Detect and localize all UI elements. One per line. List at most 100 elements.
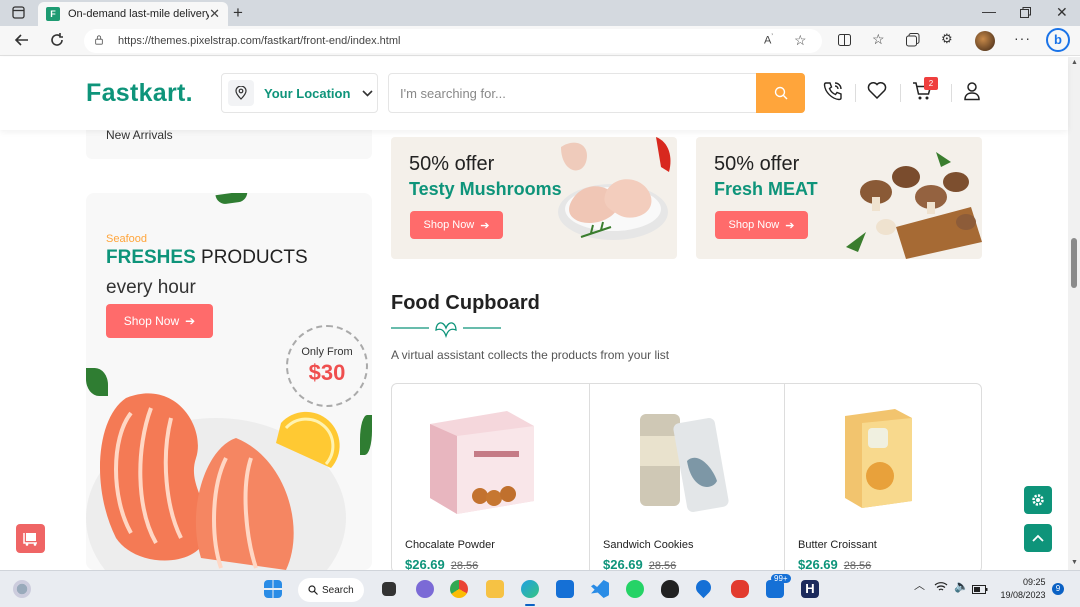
promo-shop-now-button[interactable]: Shop Now ➔	[106, 304, 213, 338]
wishlist-heart-icon[interactable]	[867, 81, 887, 104]
fastkart-logo[interactable]: Fastkart.	[86, 79, 193, 108]
phone-call-icon[interactable]	[823, 81, 843, 106]
file-explorer-icon[interactable]	[486, 580, 504, 598]
cart-box-icon	[23, 532, 37, 546]
logo-dot: .	[185, 79, 193, 107]
favorite-star-icon[interactable]: ☆	[794, 32, 807, 49]
restore-icon[interactable]	[1020, 6, 1031, 20]
offer-name: Testy Mushrooms	[409, 179, 562, 199]
promo-eyebrow: Seafood	[106, 233, 147, 245]
header-divider	[855, 84, 856, 102]
scrollbar-thumb[interactable]	[1071, 238, 1077, 288]
linux-penguin-icon[interactable]	[661, 580, 679, 598]
taskbar-search-label: Search	[322, 584, 354, 596]
anydesk-icon[interactable]	[731, 580, 749, 598]
notification-center-badge[interactable]: 9	[1052, 583, 1064, 595]
split-screen-icon[interactable]	[838, 34, 851, 48]
gear-icon	[1032, 494, 1044, 506]
bing-copilot-icon[interactable]: b	[1046, 28, 1070, 52]
product-card[interactable]: Butter Croissant $26.69 28.56	[785, 384, 980, 572]
offer-banner-meat[interactable]: 50% offer Fresh MEAT Shop Now ➔	[696, 137, 982, 259]
url-text: https://themes.pixelstrap.com/fastkart/f…	[118, 35, 401, 47]
offer-shop-now-button[interactable]: Shop Now ➔	[715, 211, 808, 239]
whatsapp-icon[interactable]	[626, 580, 644, 598]
cart-count-badge: 2	[924, 77, 938, 90]
scroll-up-arrow-icon[interactable]: ▲	[1071, 59, 1078, 66]
promo-headline-bold: FRESHES	[106, 247, 196, 268]
settings-fab[interactable]	[1024, 486, 1052, 514]
task-view-icon[interactable]	[382, 582, 396, 596]
system-clock[interactable]: 09:25 19/08/2023	[996, 576, 1046, 602]
battery-icon[interactable]	[972, 582, 988, 596]
h-app-icon[interactable]: H	[801, 580, 819, 598]
search-icon	[308, 585, 318, 595]
butter-croissant-box-image	[845, 409, 912, 508]
back-to-top-button[interactable]	[1024, 524, 1052, 552]
button-label: Shop Now	[123, 314, 180, 328]
chrome-icon[interactable]	[450, 580, 468, 598]
lock-icon	[95, 35, 103, 45]
app-badge-count: 99+	[771, 574, 791, 583]
more-options-icon[interactable]: ···	[1014, 31, 1031, 45]
section-title: Food Cupboard	[391, 292, 540, 314]
page-scrollbar[interactable]: ▲ ▼	[1068, 57, 1080, 570]
store-icon[interactable]	[556, 580, 574, 598]
wifi-icon[interactable]	[934, 581, 948, 594]
arrow-right-icon: ➔	[185, 314, 196, 328]
seafood-promo-banner: Seafood FRESHES PRODUCTS every hour Shop…	[86, 193, 372, 570]
fastkart-favicon-icon: F	[46, 7, 60, 21]
vscode-icon[interactable]	[591, 580, 609, 598]
weather-widget-icon[interactable]	[13, 580, 31, 598]
offer-percent: 50% offer	[409, 153, 495, 175]
profile-avatar[interactable]	[975, 31, 995, 51]
browser-address-bar: https://themes.pixelstrap.com/fastkart/f…	[0, 26, 1080, 56]
extensions-icon[interactable]: ⚙	[941, 32, 953, 45]
close-tab-icon[interactable]: ✕	[209, 6, 220, 22]
search-input[interactable]	[389, 74, 757, 112]
product-name[interactable]: Butter Croissant	[798, 539, 877, 551]
close-window-icon[interactable]: ✕	[1056, 5, 1068, 19]
offer-percent: 50% offer	[714, 153, 800, 175]
menu-item-new-arrivals[interactable]: New Arrivals	[106, 128, 173, 142]
edge-icon[interactable]	[521, 580, 539, 598]
user-account-icon[interactable]	[963, 81, 981, 106]
header-divider	[951, 84, 952, 102]
read-aloud-icon[interactable]: Aʼ	[764, 34, 773, 47]
logo-text: Fastkart	[86, 79, 186, 107]
product-name[interactable]: Sandwich Cookies	[603, 539, 694, 551]
url-field[interactable]: https://themes.pixelstrap.com/fastkart/f…	[84, 29, 822, 53]
offer-banner-mushrooms[interactable]: 50% offer Testy Mushrooms Shop Now ➔	[391, 137, 677, 259]
browser-tab-active[interactable]: F On-demand last-mile delivery ✕	[38, 2, 228, 26]
product-card[interactable]: Chocalate Powder $26.69 28.56	[392, 384, 590, 572]
favorites-icon[interactable]: ☆	[872, 32, 885, 46]
maps-pin-icon[interactable]	[692, 576, 715, 599]
leaf-decoration	[215, 193, 249, 206]
floating-cart-button[interactable]	[16, 524, 45, 553]
header-divider	[900, 84, 901, 102]
scroll-down-arrow-icon[interactable]: ▼	[1071, 559, 1078, 566]
offer-shop-now-button[interactable]: Shop Now ➔	[410, 211, 503, 239]
chevron-up-icon	[1032, 534, 1044, 542]
leaf-divider-icon	[391, 322, 501, 338]
search-button[interactable]	[756, 73, 805, 113]
minimize-icon[interactable]: —	[982, 4, 996, 18]
arrow-right-icon: ➔	[785, 219, 795, 232]
product-name[interactable]: Chocalate Powder	[405, 539, 495, 551]
product-card[interactable]: Sandwich Cookies $26.69 28.56	[590, 384, 785, 572]
button-label: Shop Now	[423, 219, 475, 231]
tab-title: On-demand last-mile delivery	[68, 8, 210, 20]
chocolate-powder-box-image	[430, 411, 534, 514]
new-tab-icon[interactable]: +	[233, 4, 243, 21]
back-arrow-icon[interactable]	[14, 33, 29, 49]
collections-icon[interactable]	[906, 33, 920, 49]
clock-time: 09:25	[1023, 577, 1046, 587]
taskbar-search[interactable]: Search	[298, 578, 364, 602]
show-hidden-icons-chevron-icon[interactable]: ︿	[914, 581, 925, 592]
location-selector[interactable]: Your Location	[221, 73, 378, 113]
salmon-steak-image	[86, 393, 346, 570]
teams-chat-icon[interactable]	[416, 580, 434, 598]
windows-start-icon[interactable]	[264, 580, 282, 598]
tab-actions-icon[interactable]	[12, 6, 25, 21]
refresh-icon[interactable]	[50, 33, 64, 49]
volume-icon[interactable]: 🔈	[954, 580, 969, 592]
